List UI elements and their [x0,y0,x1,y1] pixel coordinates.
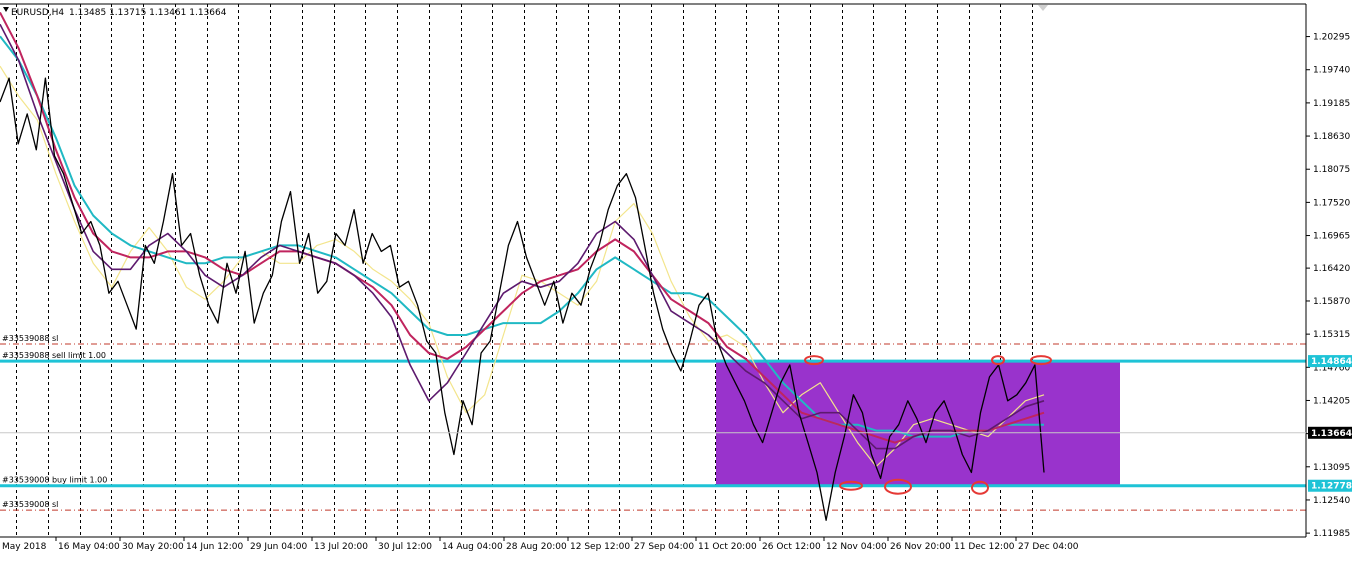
chart-root: 1.20295 1.19740 1.19185 1.18630 1.18075 1.175… [0,0,1361,561]
y-tick-label: 1.16965 [1313,232,1350,242]
y-tick-label: 1.14205 [1313,396,1350,406]
y-tick-label: 1.20295 [1313,33,1350,43]
current-price-tag: 1.13664 [1311,429,1352,439]
x-tick-label: 30 May 20:00 [122,542,184,552]
x-tick-label: 29 Jun 04:00 [250,542,307,552]
x-tick-label: 26 Nov 20:00 [890,542,951,552]
chart-ohlc: 1.13485 1.13715 1.13461 1.13664 [69,8,227,18]
y-tick-label: 1.18075 [1313,165,1350,175]
sell-limit-price-tag: 1.14864 [1311,357,1352,367]
x-tick-label: 12 Sep 12:00 [570,542,630,552]
x-tick-label: 30 Jul 12:00 [378,542,432,552]
x-tick-label: May 2018 [2,542,47,552]
price-chart[interactable]: 1.20295 1.19740 1.19185 1.18630 1.18075 1.175… [0,0,1361,561]
y-tick-label: 1.15315 [1313,330,1350,340]
x-tick-label: 26 Oct 12:00 [762,542,821,552]
x-tick-label: 11 Oct 20:00 [698,542,757,552]
chart-symbol: EURUSD,H4 [11,8,64,18]
x-tick-label: 27 Sep 04:00 [634,542,694,552]
y-tick-label: 1.12540 [1313,496,1350,506]
x-tick-label: 16 May 04:00 [58,542,120,552]
y-tick-label: 1.19185 [1313,99,1350,109]
order-label: #33539088 sl [2,334,58,343]
y-tick-label: 1.13095 [1313,463,1350,473]
order-label: #33539008 sl [2,500,58,509]
x-tick-label: 27 Dec 04:00 [1018,542,1079,552]
y-tick-label: 1.19740 [1313,66,1350,76]
x-tick-label: 14 Aug 04:00 [442,542,503,552]
y-tick-label: 1.15870 [1313,297,1350,307]
buy-limit-price-tag: 1.12778 [1311,482,1352,492]
chart-background [0,0,1361,561]
order-label: #33539008 buy limit 1.00 [2,476,107,485]
x-tick-label: 13 Jul 20:00 [314,542,368,552]
y-tick-label: 1.18630 [1313,132,1350,142]
y-tick-label: 1.17520 [1313,198,1350,208]
x-tick-label: 14 Jun 12:00 [186,542,243,552]
y-tick-label: 1.16420 [1313,264,1350,274]
x-tick-label: 28 Aug 20:00 [506,542,567,552]
order-label: #33539088 sell limit 1.00 [2,351,106,360]
x-tick-label: 11 Dec 12:00 [954,542,1015,552]
x-tick-label: 12 Nov 04:00 [826,542,887,552]
y-tick-label: 1.11985 [1313,529,1350,539]
